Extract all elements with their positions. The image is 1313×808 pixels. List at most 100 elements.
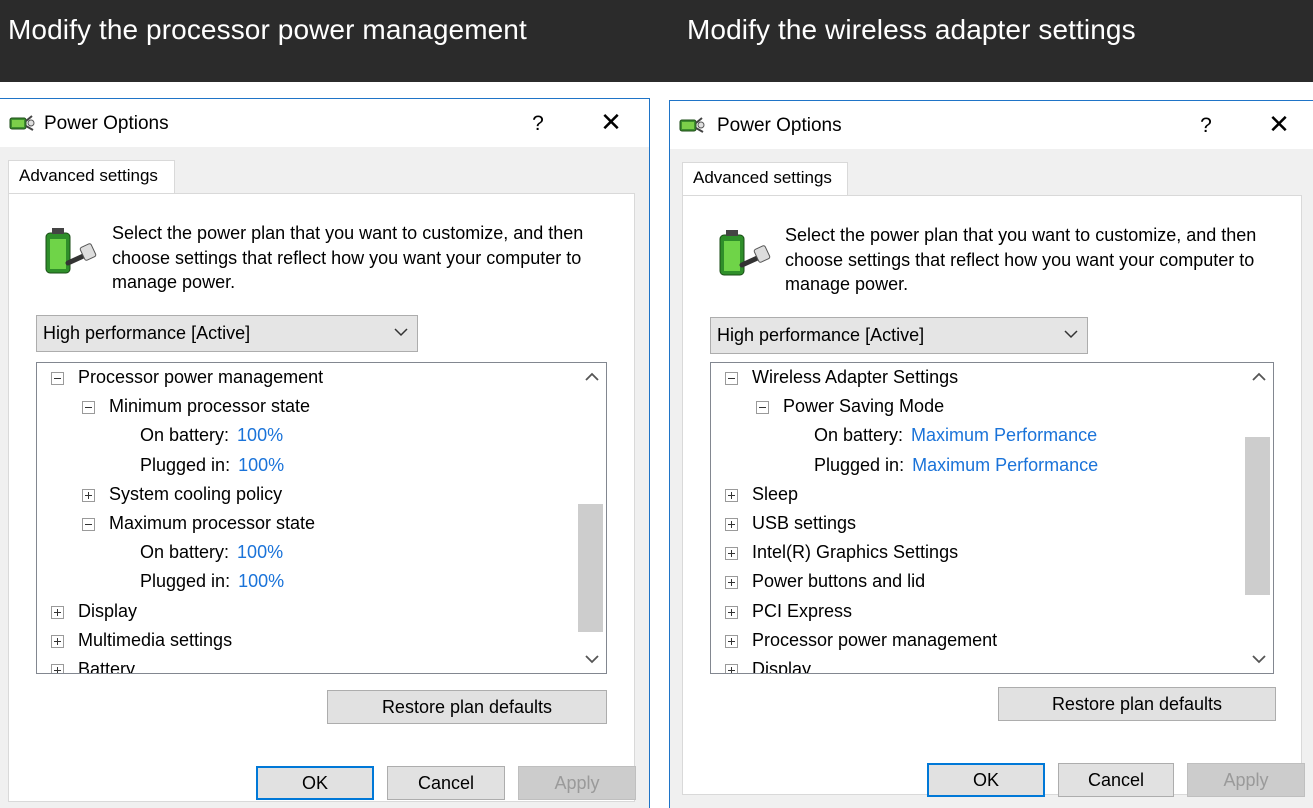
tree-collapse-icon[interactable] — [82, 401, 95, 415]
tree-row-label: Power buttons and lid — [752, 571, 925, 592]
scroll-thumb[interactable] — [578, 504, 603, 632]
setting-value-link[interactable]: 100% — [238, 455, 284, 475]
setting-value-link[interactable]: 100% — [237, 425, 283, 445]
scroll-up-icon[interactable] — [1245, 363, 1273, 391]
title-bar[interactable]: Power Options ? ✕ — [0, 99, 649, 147]
settings-tree[interactable]: Processor power management Minimum proces… — [36, 362, 607, 674]
restore-plan-defaults-button[interactable]: Restore plan defaults — [327, 690, 607, 724]
tree-row[interactable]: Plugged in: Maximum Performance — [711, 453, 1245, 482]
tree-expand-icon[interactable] — [725, 488, 738, 502]
tree-row[interactable]: Power Saving Mode — [711, 394, 1245, 423]
power-options-icon — [679, 117, 705, 133]
tree-row[interactable]: On battery: 100% — [37, 540, 578, 569]
tree-row[interactable]: Multimedia settings — [37, 628, 578, 657]
tree-expand-icon[interactable] — [725, 664, 738, 673]
dialog-client-area: Advanced settings Select the power plan … — [0, 147, 649, 808]
header-banner: Modify the processor power management Mo… — [0, 0, 1313, 82]
tree-row[interactable]: Intel(R) Graphics Settings — [711, 540, 1245, 569]
tree-expand-icon[interactable] — [725, 634, 738, 648]
scroll-up-icon[interactable] — [578, 363, 606, 391]
ok-button[interactable]: OK — [927, 763, 1045, 797]
tree-row[interactable]: Maximum processor state — [37, 511, 578, 540]
tree-row[interactable]: Minimum processor state — [37, 394, 578, 423]
tree-row[interactable]: On battery: Maximum Performance — [711, 423, 1245, 452]
tree-expand-icon[interactable] — [82, 488, 95, 502]
tree-collapse-icon[interactable] — [756, 401, 769, 415]
cancel-button[interactable]: Cancel — [1058, 763, 1174, 797]
tree-row[interactable]: Processor power management — [711, 628, 1245, 657]
tree-row-label: Battery — [78, 659, 135, 673]
tree-row[interactable]: Processor power management — [37, 365, 578, 394]
tree-row-label: USB settings — [752, 513, 856, 534]
restore-plan-defaults-button[interactable]: Restore plan defaults — [998, 687, 1276, 721]
tree-expand-icon[interactable] — [51, 634, 64, 648]
tree-collapse-icon[interactable] — [82, 518, 95, 531]
settings-tree-content: Wireless Adapter Settings Power Saving Mo… — [711, 363, 1245, 673]
power-plan-select[interactable]: High performance [Active] — [36, 315, 418, 352]
setting-value-link[interactable]: Maximum Performance — [912, 455, 1098, 475]
battery-plug-icon — [719, 230, 771, 276]
tree-row[interactable]: System cooling policy — [37, 482, 578, 511]
vertical-scrollbar[interactable] — [578, 363, 606, 673]
tab-advanced-settings[interactable]: Advanced settings — [8, 160, 175, 194]
help-button[interactable]: ? — [1191, 111, 1221, 141]
close-button[interactable]: ✕ — [591, 107, 631, 139]
tree-row[interactable]: On battery: 100% — [37, 423, 578, 452]
tree-expand-icon[interactable] — [51, 664, 64, 673]
dialog-client-area: Advanced settings Select the power plan … — [670, 149, 1313, 808]
tree-row[interactable]: Sleep — [711, 482, 1245, 511]
tree-row[interactable]: USB settings — [711, 511, 1245, 540]
tree-row[interactable]: Display — [37, 599, 578, 628]
tree-row-label: Plugged in: Maximum Performance — [814, 455, 1098, 476]
setting-name: Plugged in: — [140, 571, 231, 592]
setting-name: Battery — [78, 659, 136, 673]
setting-name: Display — [752, 659, 812, 673]
scroll-thumb[interactable] — [1245, 437, 1270, 595]
setting-value-link[interactable]: 100% — [238, 571, 284, 591]
description-text: Select the power plan that you want to c… — [785, 225, 1257, 294]
tree-row[interactable]: Display — [711, 657, 1245, 673]
tree-expand-icon[interactable] — [725, 605, 738, 619]
tree-row-label: Minimum processor state — [109, 396, 310, 417]
power-plan-select[interactable]: High performance [Active] — [710, 317, 1088, 354]
description-text: Select the power plan that you want to c… — [112, 223, 584, 292]
setting-value-link[interactable]: Maximum Performance — [911, 425, 1097, 445]
tree-row[interactable]: Plugged in: 100% — [37, 569, 578, 598]
tree-row[interactable]: PCI Express — [711, 599, 1245, 628]
chevron-down-icon — [394, 328, 408, 337]
tree-expand-icon[interactable] — [725, 576, 738, 590]
tree-row[interactable]: Plugged in: 100% — [37, 453, 578, 482]
apply-button: Apply — [518, 766, 636, 800]
tree-collapse-icon[interactable] — [51, 372, 64, 385]
left-banner-title: Modify the processor power management — [8, 14, 527, 45]
tree-row[interactable]: Wireless Adapter Settings — [711, 365, 1245, 394]
settings-tree[interactable]: Wireless Adapter Settings Power Saving Mo… — [710, 362, 1274, 674]
scroll-down-icon[interactable] — [578, 645, 606, 673]
tree-row-label: Processor power management — [752, 630, 997, 651]
tree-collapse-icon[interactable] — [725, 372, 738, 385]
setting-name: Multimedia settings — [78, 629, 233, 650]
tab-advanced-settings[interactable]: Advanced settings — [682, 162, 848, 196]
tree-row-label: Multimedia settings — [78, 630, 232, 651]
cancel-button[interactable]: Cancel — [387, 766, 505, 800]
tree-row[interactable]: Power buttons and lid — [711, 569, 1245, 598]
tree-row-label: On battery: 100% — [140, 425, 283, 446]
tree-expand-icon[interactable] — [725, 547, 738, 561]
tree-row[interactable]: Battery — [37, 657, 578, 673]
right-power-options-dialog: Power Options ? ✕ Advanced settings Sele… — [669, 100, 1313, 808]
power-options-icon — [9, 115, 35, 131]
vertical-scrollbar[interactable] — [1245, 363, 1273, 673]
tree-row-label: Wireless Adapter Settings — [752, 367, 958, 388]
help-button[interactable]: ? — [523, 109, 553, 139]
dialog-title: Power Options — [44, 113, 169, 134]
setting-name: Plugged in: — [140, 454, 231, 475]
settings-tree-content: Processor power management Minimum proces… — [37, 363, 578, 673]
setting-value-link[interactable]: 100% — [237, 542, 283, 562]
title-bar[interactable]: Power Options ? ✕ — [670, 101, 1313, 149]
tree-expand-icon[interactable] — [51, 605, 64, 619]
tree-expand-icon[interactable] — [725, 518, 738, 531]
close-button[interactable]: ✕ — [1259, 109, 1299, 141]
ok-button[interactable]: OK — [256, 766, 374, 800]
scroll-down-icon[interactable] — [1245, 645, 1273, 673]
tree-row-label: On battery: Maximum Performance — [814, 425, 1097, 446]
